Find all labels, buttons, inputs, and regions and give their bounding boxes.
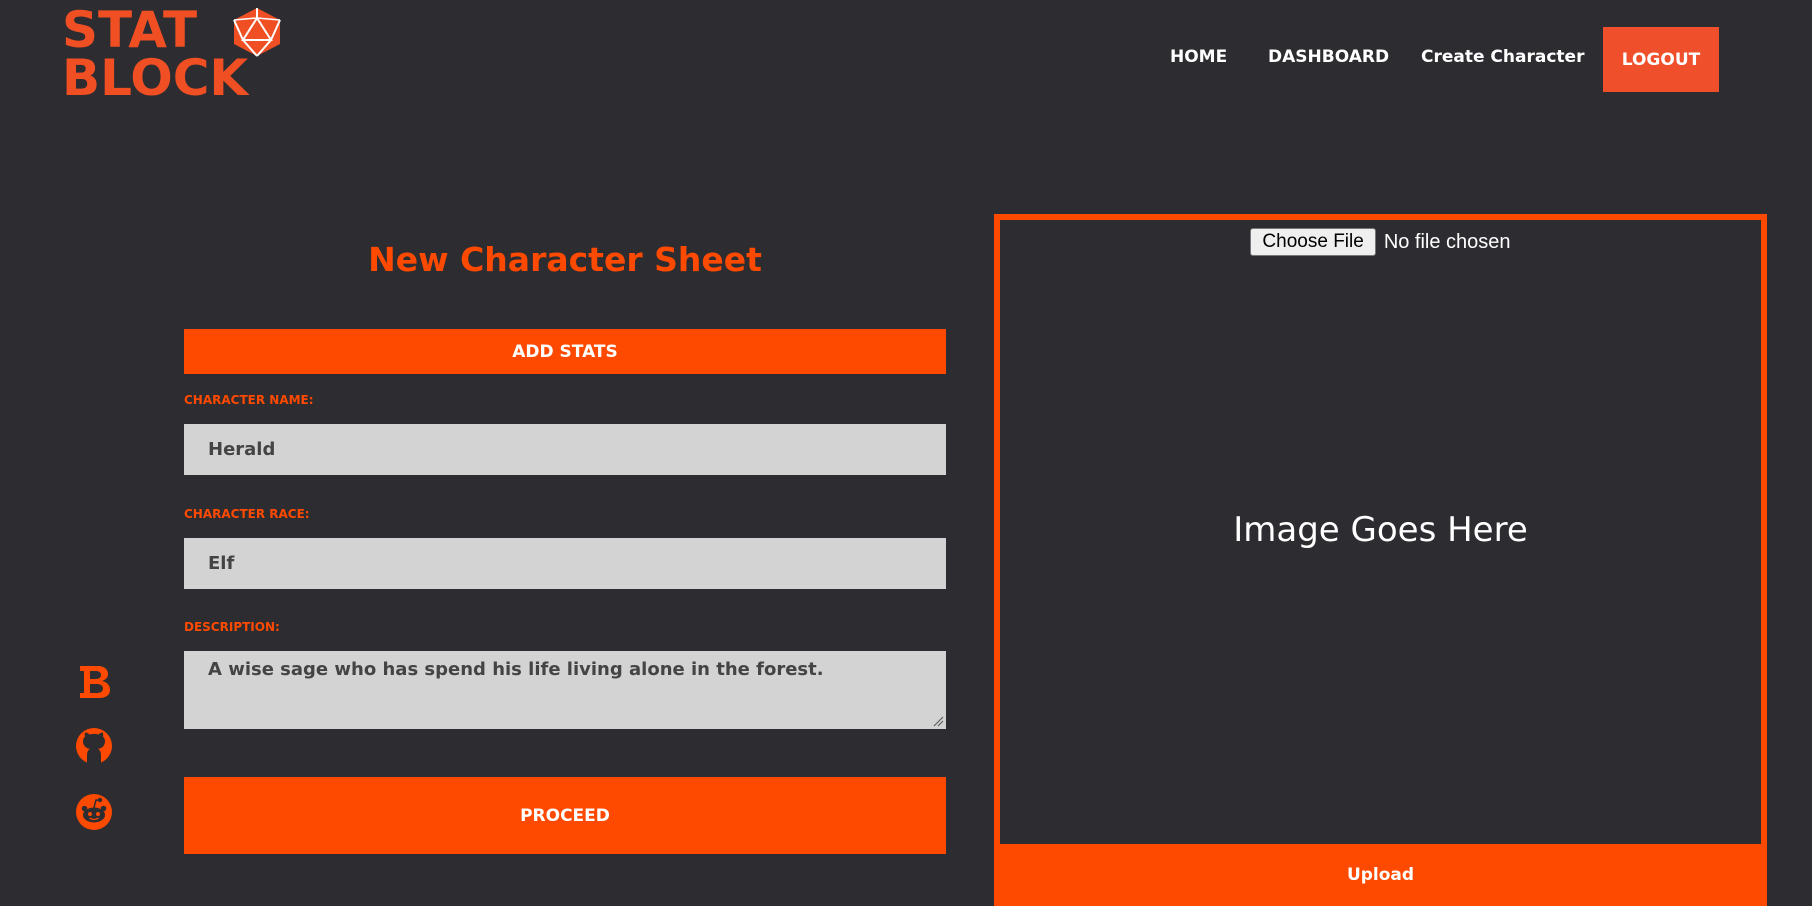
logo-line-stat: STAT [62,1,198,59]
nav-create-character-link[interactable]: Create Character [1421,47,1584,67]
character-name-value: Herald [208,439,276,460]
stat-block-logo[interactable]: STAT BLOCK [62,1,288,107]
character-name-input[interactable]: Herald [184,424,946,475]
add-stats-button[interactable]: ADD STATS [184,329,946,374]
logo-text: STAT BLOCK [62,1,249,107]
character-race-value: Elf [208,553,235,574]
upload-button[interactable]: Upload [994,844,1767,906]
description-textarea[interactable]: A wise sage who has spend his life livin… [184,651,946,729]
proceed-button[interactable]: PROCEED [184,777,946,854]
file-picker: Choose File No file chosen [1000,228,1761,256]
github-icon[interactable] [74,726,114,766]
nav-home-link[interactable]: HOME [1170,47,1227,67]
resize-grip-icon[interactable] [933,716,944,727]
logout-button[interactable]: LOGOUT [1603,27,1719,92]
logo-line-block: BLOCK [62,49,249,107]
character-race-input[interactable]: Elf [184,538,946,589]
reddit-icon[interactable] [74,792,114,832]
no-file-status: No file chosen [1383,230,1511,253]
nav-dashboard-link[interactable]: DASHBOARD [1268,47,1389,67]
bold-b-icon[interactable] [74,662,114,702]
image-upload-panel: Choose File No file chosen Image Goes He… [994,214,1767,906]
image-placeholder: Image Goes Here [1233,510,1528,550]
choose-file-button[interactable]: Choose File [1250,228,1376,256]
description-value: A wise sage who has spend his life livin… [208,659,824,680]
character-name-label: CHARACTER NAME: [184,393,314,407]
page-title: New Character Sheet [368,240,762,279]
description-label: DESCRIPTION: [184,620,280,634]
character-race-label: CHARACTER RACE: [184,507,310,521]
d20-icon [233,8,281,57]
